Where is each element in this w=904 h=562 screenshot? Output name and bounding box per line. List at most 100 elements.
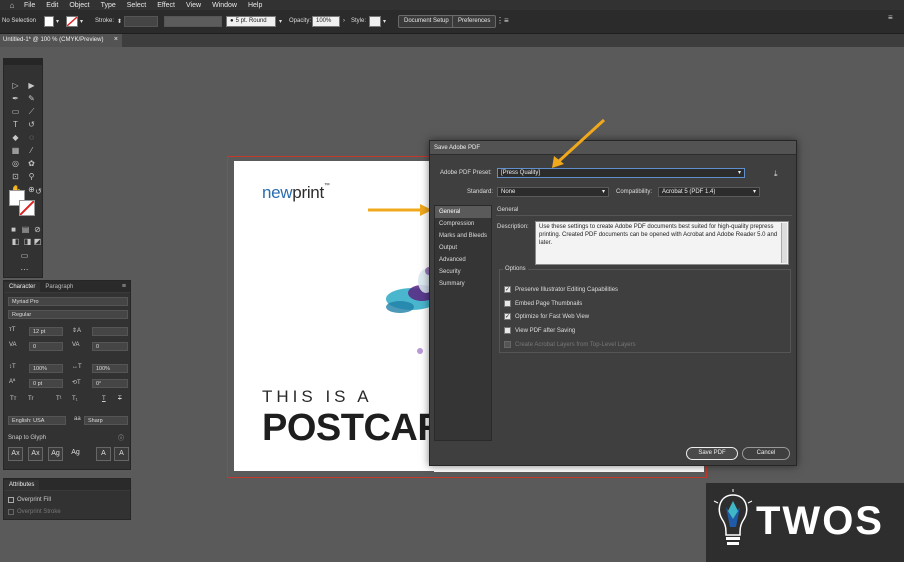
width-tool-icon[interactable]: ◌ — [27, 133, 36, 142]
menu-effect[interactable]: Effect — [157, 2, 175, 9]
snap-baseline-icon[interactable]: Ax — [8, 447, 23, 461]
pen-tool-icon[interactable]: ✒ — [11, 94, 20, 103]
rotate-tool-icon[interactable]: ↺ — [27, 120, 36, 129]
menu-select[interactable]: Select — [127, 2, 146, 9]
kerning-input[interactable]: 0 — [29, 342, 63, 351]
all-caps-button[interactable]: Tт — [10, 396, 16, 402]
close-icon[interactable]: × — [114, 36, 118, 43]
eyedropper-tool-icon[interactable]: ⁄ — [27, 146, 36, 155]
draw-inside-icon[interactable]: ◨ — [23, 237, 32, 246]
save-preset-icon[interactable]: ⤓ — [774, 169, 778, 179]
zoom-tool-icon[interactable]: ⚲ — [27, 172, 36, 181]
font-style-select[interactable]: Regular — [8, 310, 128, 319]
brush-select[interactable]: ● 5 pt. Round — [226, 16, 276, 27]
baseline-shift-input[interactable]: 0 pt — [29, 379, 63, 388]
font-family-select[interactable]: Myriad Pro — [8, 297, 128, 306]
variable-width-select[interactable] — [164, 16, 222, 27]
menu-view[interactable]: View — [186, 2, 201, 9]
none-mode-icon[interactable]: ⊘ — [33, 225, 42, 234]
font-size-input[interactable]: 12 pt — [29, 327, 63, 336]
stroke-weight-input[interactable] — [124, 16, 158, 27]
menu-object[interactable]: Object — [69, 2, 89, 9]
rectangle-tool-icon[interactable]: ▭ — [11, 107, 20, 116]
character-rotation-input[interactable]: 0° — [92, 379, 128, 388]
document-setup-button[interactable]: Document Setup — [398, 15, 455, 28]
nav-summary[interactable]: Summary — [435, 278, 491, 290]
snap-angular-icon[interactable]: A — [96, 447, 111, 461]
fill-chevron-icon[interactable]: ▾ — [56, 18, 59, 25]
subscript-button[interactable]: T₁ — [72, 396, 78, 402]
nav-marks-and-bleeds[interactable]: Marks and Bleeds — [435, 230, 491, 242]
gradient-mode-icon[interactable]: ▤ — [21, 225, 30, 234]
brush-chevron-icon[interactable]: ▾ — [279, 18, 282, 25]
menu-window[interactable]: Window — [212, 2, 237, 9]
checkbox[interactable] — [504, 327, 511, 334]
cancel-button[interactable]: Cancel — [742, 447, 790, 460]
snap-glyph-bounds-icon[interactable]: Ag — [48, 447, 63, 461]
menu-edit[interactable]: Edit — [46, 2, 58, 9]
opacity-input[interactable]: 100% — [312, 16, 340, 27]
menu-help[interactable]: Help — [248, 2, 262, 9]
vertical-scale-input[interactable]: 100% — [29, 364, 63, 373]
panel-menu-icon[interactable]: ≡ — [118, 281, 130, 292]
antialias-select[interactable]: Sharp — [84, 416, 128, 425]
nav-security[interactable]: Security — [435, 266, 491, 278]
leading-input[interactable] — [92, 327, 128, 336]
snap-x-height-icon[interactable]: Ax — [28, 447, 43, 461]
tab-paragraph[interactable]: Paragraph — [40, 282, 78, 292]
stroke-color-swatch[interactable] — [19, 200, 35, 216]
language-select[interactable]: English: USA — [8, 416, 66, 425]
home-icon[interactable]: ⌂ — [0, 0, 24, 10]
description-scrollbar[interactable] — [781, 223, 787, 263]
color-mode-icon[interactable]: ■ — [9, 225, 18, 234]
panel-menu-icon[interactable]: ≡ — [888, 13, 893, 22]
selection-tool-icon[interactable]: ▷ — [11, 81, 20, 90]
nav-compression[interactable]: Compression — [435, 218, 491, 230]
stroke-chevron-icon[interactable]: ▾ — [80, 18, 83, 25]
arrange-icon[interactable]: ⋮≡ — [496, 16, 509, 25]
fill-swatch[interactable] — [44, 16, 54, 27]
save-pdf-button[interactable]: Save PDF — [686, 447, 738, 460]
tab-character[interactable]: Character — [4, 282, 41, 292]
info-icon[interactable]: ⓘ — [118, 433, 124, 442]
symbol-tool-icon[interactable]: ✿ — [27, 159, 36, 168]
artboard-tool-icon[interactable]: ⊡ — [11, 172, 20, 181]
menu-type[interactable]: Type — [101, 2, 116, 9]
checkbox[interactable] — [8, 497, 14, 503]
nav-output[interactable]: Output — [435, 242, 491, 254]
stroke-swatch[interactable] — [66, 16, 78, 27]
preset-select[interactable]: [Press Quality] ▾ — [497, 168, 745, 178]
small-caps-button[interactable]: Tr — [28, 396, 33, 402]
preferences-button[interactable]: Preferences — [452, 15, 497, 28]
document-tab[interactable]: Untitled-1* @ 100 % (CMYK/Preview) × — [0, 34, 122, 47]
type-tool-icon[interactable]: T — [11, 120, 20, 129]
horizontal-scale-input[interactable]: 100% — [92, 364, 128, 373]
snap-proximity-icon[interactable]: Ag — [68, 447, 83, 461]
compatibility-select[interactable]: Acrobat 5 (PDF 1.4) ▾ — [658, 187, 760, 197]
nav-advanced[interactable]: Advanced — [435, 254, 491, 266]
option-view-after-saving[interactable]: View PDF after Saving — [504, 327, 575, 334]
gradient-tool-icon[interactable]: ▦ — [11, 146, 20, 155]
strikethrough-button[interactable]: T — [118, 396, 122, 402]
eraser-tool-icon[interactable]: ◆ — [11, 133, 20, 142]
checkbox[interactable]: ✓ — [504, 286, 511, 293]
stroke-stepper-icon[interactable]: ⬍ — [117, 18, 122, 25]
standard-select[interactable]: None ▾ — [497, 187, 609, 197]
direct-selection-tool-icon[interactable]: ▶ — [27, 81, 36, 90]
more-tools-icon[interactable]: ⋯ — [20, 265, 29, 274]
curvature-tool-icon[interactable]: ✎ — [27, 94, 36, 103]
draw-mode-icon[interactable]: ◧ — [11, 237, 20, 246]
option-preserve-editing[interactable]: ✓ Preserve Illustrator Editing Capabiliti… — [504, 286, 618, 293]
superscript-button[interactable]: T¹ — [56, 396, 62, 402]
style-swatch[interactable] — [369, 16, 381, 27]
menu-file[interactable]: File — [24, 2, 35, 9]
overprint-fill-option[interactable]: Overprint Fill — [8, 497, 51, 503]
style-chevron-icon[interactable]: ▾ — [383, 18, 386, 25]
checkbox[interactable]: ✓ — [504, 313, 511, 320]
checkbox[interactable] — [504, 300, 511, 307]
swap-colors-icon[interactable]: ↺ — [34, 187, 43, 196]
option-embed-thumbnails[interactable]: Embed Page Thumbnails — [504, 300, 582, 307]
tracking-input[interactable]: 0 — [92, 342, 128, 351]
draw-behind-icon[interactable]: ◩ — [33, 237, 42, 246]
snap-anchor-icon[interactable]: A — [114, 447, 129, 461]
